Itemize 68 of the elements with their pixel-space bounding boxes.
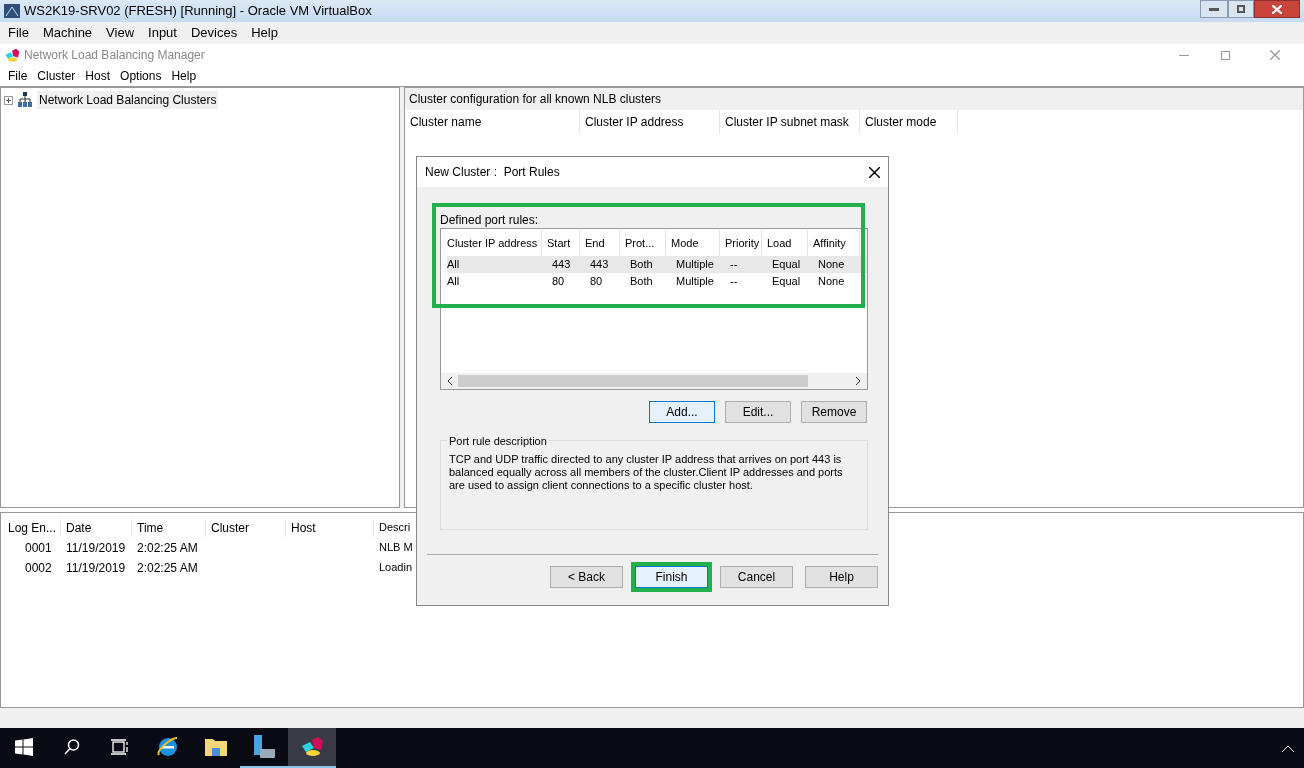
column-header[interactable]: Log En... [3, 519, 61, 537]
expand-icon[interactable] [4, 95, 13, 105]
column-header[interactable]: Cluster name [405, 110, 580, 134]
folder-icon [204, 737, 228, 757]
menu-item[interactable]: Help [251, 23, 278, 43]
dialog-button[interactable]: Help [805, 566, 878, 588]
description-text: TCP and UDP traffic directed to any cluster IP address that arrives on port 443 is balanced equally across all members of the cluster.Client IP addresses and ports are used to assign client connections to a specific cluster host. [449, 453, 844, 492]
table-cell-text: 2:02:25 AM [136, 559, 199, 577]
taskbar-button[interactable] [288, 728, 336, 768]
window-title: WS2K19-SRV02 (FRESH) [Running] - Oracle VM VirtualBox [24, 2, 372, 21]
dialog-title: New Cluster : Port Rules [425, 164, 560, 181]
port-rule-row[interactable]: All 80 80 Both Multiple -- Equal None [447, 273, 867, 290]
windows-logo-icon [15, 738, 33, 756]
column-header[interactable]: Cluster mode [860, 110, 958, 134]
nlb-app-icon [4, 47, 20, 63]
chevron-up-icon[interactable] [1282, 744, 1294, 752]
table-cell-text: 0001 [24, 539, 53, 557]
dialog-button[interactable]: Finish [635, 566, 708, 588]
dialog-button[interactable]: < Back [550, 566, 623, 588]
table-cell-text: 11/19/2019 [65, 539, 127, 557]
restore-icon[interactable] [1221, 50, 1230, 60]
column-header[interactable]: Date [61, 519, 132, 537]
menu-item[interactable]: File [8, 23, 29, 43]
scroll-right-icon[interactable] [856, 377, 861, 385]
menu-item[interactable]: Input [148, 23, 177, 43]
menu-item[interactable]: Cluster [37, 67, 76, 85]
group-label: Defined port rules: [440, 212, 540, 227]
table-cell-text: 2:02:25 AM [136, 539, 199, 557]
column-header[interactable]: Cluster IP subnet mask [720, 110, 860, 134]
menu-item[interactable]: Host [85, 67, 111, 85]
menu-item[interactable]: Help [171, 67, 197, 85]
scroll-left-icon[interactable] [447, 377, 452, 385]
column-header[interactable]: Cluster IP address [580, 110, 720, 134]
dialog-button[interactable]: Cancel [720, 566, 793, 588]
table-cell-text: NLB M [378, 540, 414, 556]
pane-caption: Cluster configuration for all known NLB clusters [405, 88, 1303, 110]
dialog-button[interactable]: Add... [649, 401, 715, 423]
close-icon [1272, 4, 1282, 14]
dialog-button[interactable]: Edit... [725, 401, 791, 423]
restore-button[interactable] [1228, 0, 1254, 18]
close-icon[interactable] [869, 166, 880, 178]
dialog-button[interactable]: Remove [801, 401, 867, 423]
search-icon [63, 738, 81, 756]
horizontal-scrollbar[interactable] [441, 373, 867, 389]
menu-item[interactable]: Options [120, 67, 162, 85]
task-view-icon [111, 739, 129, 755]
app-title: Network Load Balancing Manager [24, 47, 205, 64]
browser-e-icon [156, 735, 180, 759]
nlb-app-icon [300, 736, 324, 758]
network-nodes-icon [17, 92, 33, 108]
server-keyboard-icon [252, 734, 276, 760]
column-header[interactable]: Descri [374, 519, 414, 537]
table-cell-text: 0002 [24, 559, 53, 577]
table-cell-text: Loadin [378, 560, 414, 576]
table-cell-text: 11/19/2019 [65, 559, 127, 577]
menu-item[interactable]: Machine [42, 23, 93, 43]
minimize-button[interactable] [1200, 0, 1228, 18]
menu-item[interactable]: Devices [190, 23, 238, 43]
menu-item[interactable]: View [106, 23, 135, 43]
column-header[interactable]: Cluster [206, 519, 286, 537]
vm-app-icon [4, 4, 20, 18]
minimize-icon[interactable] [1179, 54, 1189, 56]
menu-item[interactable]: File [8, 67, 28, 85]
close-button[interactable] [1254, 0, 1300, 18]
tree-item[interactable]: Network Load Balancing Clusters [37, 91, 219, 109]
column-header[interactable]: Host [286, 519, 374, 537]
port-rule-row[interactable]: All 443 443 Both Multiple -- Equal None [447, 256, 867, 273]
column-header[interactable]: Time [132, 519, 206, 537]
